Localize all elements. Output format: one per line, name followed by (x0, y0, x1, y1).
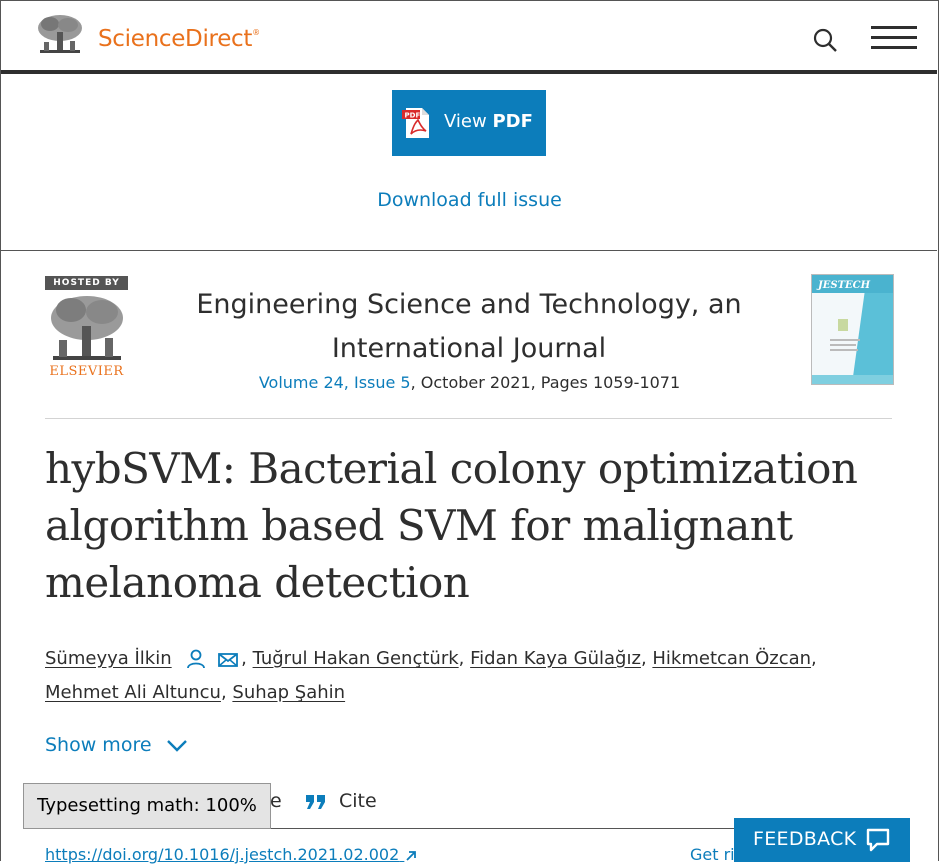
author-link[interactable]: Hikmetcan Özcan (652, 648, 811, 669)
journal-citation-meta: Volume 24, Issue 5, October 2021, Pages … (0, 373, 939, 392)
cite-label: Cite (339, 790, 377, 812)
cite-button[interactable]: Cite (305, 790, 377, 812)
hamburger-menu-icon[interactable] (871, 26, 917, 50)
journal-cover-image[interactable]: JESTECH (811, 274, 894, 385)
journal-title-link[interactable]: Engineering Science and Technology, an I… (180, 283, 758, 371)
date-pages: , October 2021, Pages 1059-1071 (410, 373, 681, 392)
author-list: Sümeyya İlkin , Tuğrul Hakan Gençtürk, F… (45, 648, 817, 703)
mathjax-status-message: Typesetting math: 100% (23, 783, 271, 829)
search-icon[interactable] (812, 27, 840, 55)
chevron-down-icon (166, 739, 187, 752)
author-link[interactable]: Tuğrul Hakan Gençtürk (253, 648, 459, 669)
article-title: hybSVM: Bacterial colony optimization al… (45, 444, 858, 607)
svg-text:JESTECH: JESTECH (816, 280, 871, 291)
chat-bubble-icon (866, 828, 890, 852)
svg-text:PDF: PDF (405, 112, 421, 120)
view-pdf-label: View PDF (444, 111, 533, 132)
download-full-issue-link[interactable]: Download full issue (0, 189, 939, 211)
doi-link[interactable]: https://doi.org/10.1016/j.jestch.2021.02… (45, 845, 418, 864)
author-link[interactable]: Mehmet Ali Altuncu (45, 682, 221, 703)
external-link-icon (406, 850, 417, 861)
volume-issue-link[interactable]: Volume 24, Issue 5 (259, 373, 411, 392)
author-link[interactable]: Suhap Şahin (232, 682, 345, 703)
author-link[interactable]: Fidan Kaya Gülağız (470, 648, 641, 669)
quote-icon (306, 794, 325, 809)
section-divider (45, 418, 892, 419)
pdf-file-icon: PDF (402, 108, 429, 138)
hosted-by-label: HOSTED BY (45, 276, 128, 290)
get-rights-link-partial[interactable]: Get ri (690, 845, 735, 864)
show-more-label: Show more (45, 734, 152, 756)
feedback-button[interactable]: FEEDBACK (734, 818, 910, 862)
person-icon[interactable] (183, 648, 209, 670)
view-pdf-button[interactable]: PDF View PDF (392, 90, 546, 156)
registered-mark: ® (252, 28, 260, 37)
hosted-by-elsevier-logo[interactable]: HOSTED BY ELSEVIER (45, 276, 128, 380)
share-button-partial[interactable]: e (270, 790, 282, 812)
show-more-button[interactable]: Show more (45, 734, 188, 756)
sciencedirect-logo[interactable]: ScienceDirect® (98, 26, 260, 52)
journal-cover-icon: JESTECH (812, 275, 893, 384)
doi-text: https://doi.org/10.1016/j.jestch.2021.02… (45, 845, 400, 864)
envelope-icon[interactable] (215, 648, 241, 670)
elsevier-tree-logo-icon[interactable] (34, 12, 86, 58)
author-link[interactable]: Sümeyya İlkin (45, 648, 172, 669)
elsevier-tree-icon (51, 296, 123, 360)
feedback-label: FEEDBACK (753, 828, 857, 850)
brand-name: ScienceDirect (98, 26, 253, 52)
site-header: ScienceDirect® (1, 1, 937, 71)
